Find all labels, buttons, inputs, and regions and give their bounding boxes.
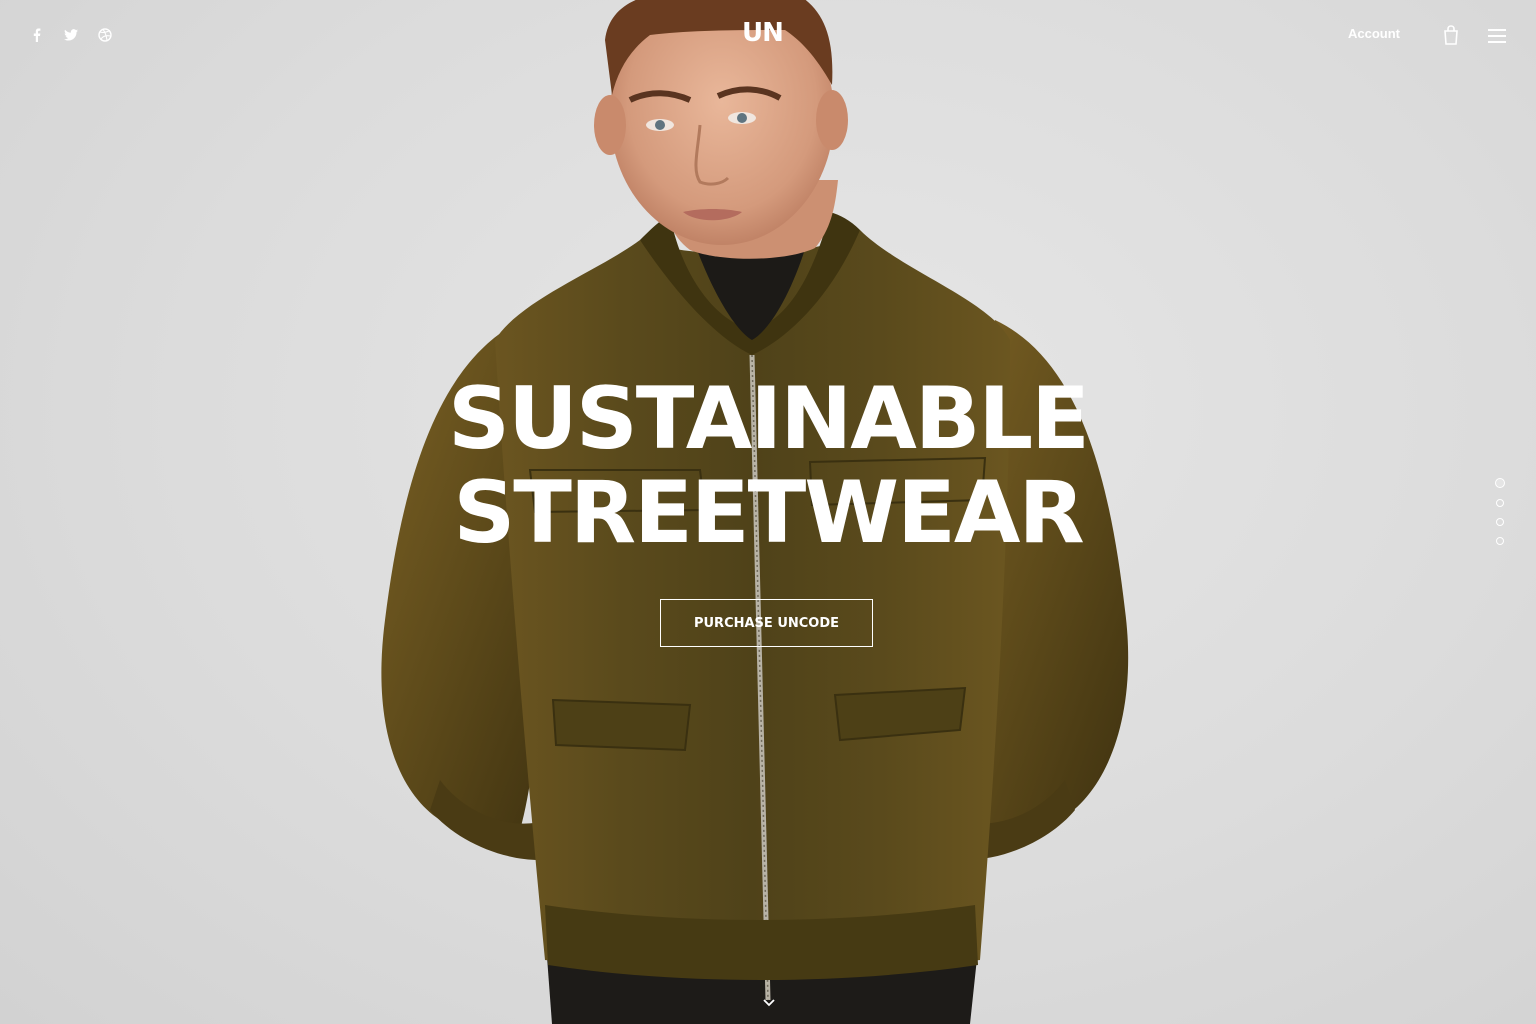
slide-dot-4[interactable] [1496, 537, 1504, 545]
slide-dot-3[interactable] [1496, 518, 1504, 526]
hero-section: UN Account SUSTAINABLE STREETWEAR PURCHA… [0, 0, 1536, 1024]
slide-dot-2[interactable] [1496, 499, 1504, 507]
purchase-button[interactable]: PURCHASE UNCODE [660, 599, 873, 647]
headline-line-2: STREETWEAR [453, 463, 1084, 563]
top-navigation: UN Account [0, 0, 1536, 70]
headline-line-1: SUSTAINABLE [448, 369, 1090, 469]
slide-dot-1[interactable] [1495, 478, 1505, 488]
shopping-bag-icon[interactable] [1441, 24, 1461, 46]
slide-pagination [1495, 478, 1505, 545]
hamburger-menu-icon[interactable] [1486, 27, 1508, 45]
social-links [28, 24, 114, 46]
dribbble-icon[interactable] [96, 24, 114, 46]
facebook-icon[interactable] [28, 24, 46, 46]
account-link[interactable]: Account [1348, 26, 1400, 41]
hero-headline: SUSTAINABLE STREETWEAR [368, 372, 1168, 560]
twitter-icon[interactable] [62, 24, 80, 46]
chevron-down-icon[interactable] [762, 996, 776, 1010]
site-logo[interactable]: UN [742, 18, 784, 48]
